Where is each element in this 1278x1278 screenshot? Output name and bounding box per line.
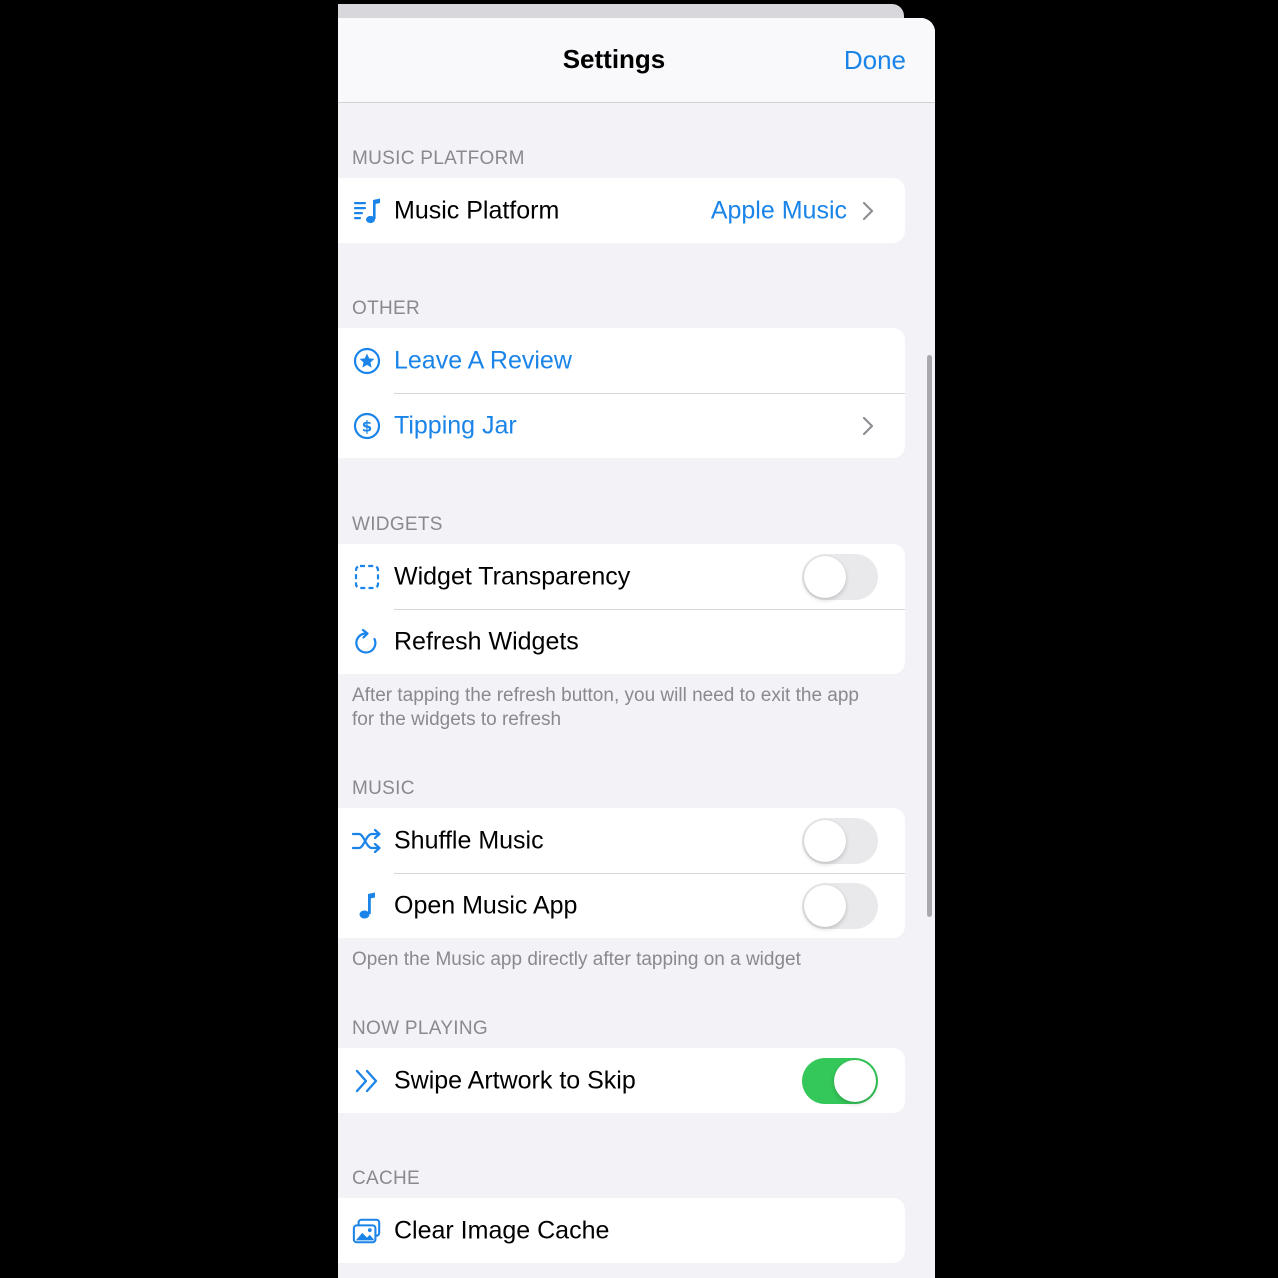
swipe-artwork-toggle[interactable] (802, 1057, 878, 1104)
widget-transparency-label: Widget Transparency (394, 562, 631, 590)
other-group: Leave A Review $ Tipping Jar (338, 328, 905, 458)
music-platform-group: Music Platform Apple Music (338, 178, 905, 243)
open-music-app-row: Open Music App (338, 873, 905, 938)
swipe-artwork-label: Swipe Artwork to Skip (394, 1066, 636, 1094)
shuffle-icon (352, 826, 382, 856)
music-platform-value: Apple Music (710, 196, 847, 224)
section-header-other: OTHER (352, 298, 420, 319)
section-header-music-platform: MUSIC PLATFORM (352, 148, 525, 169)
clear-image-cache-row[interactable]: Clear Image Cache (338, 1198, 905, 1263)
photos-icon (352, 1216, 382, 1246)
done-button[interactable]: Done (844, 45, 906, 76)
widget-transparency-row: Widget Transparency (338, 544, 905, 609)
navigation-bar: Settings Done (338, 18, 935, 103)
scrollbar[interactable] (927, 355, 932, 917)
refresh-widgets-label: Refresh Widgets (394, 627, 579, 655)
music-list-icon (352, 196, 382, 226)
cache-group: Clear Image Cache (338, 1198, 905, 1263)
page-title: Settings (562, 44, 666, 74)
swipe-artwork-row: Swipe Artwork to Skip (338, 1048, 905, 1113)
section-header-now-playing: NOW PLAYING (352, 1018, 488, 1039)
music-footer: Open the Music app directly after tappin… (352, 949, 801, 970)
section-header-cache: CACHE (352, 1168, 421, 1189)
music-note-icon (352, 891, 382, 921)
chevron-right-icon (862, 201, 874, 220)
open-music-app-toggle[interactable] (802, 882, 878, 929)
shuffle-music-row: Shuffle Music (338, 808, 905, 873)
tipping-jar-label: Tipping Jar (394, 411, 517, 439)
shuffle-music-toggle[interactable] (802, 817, 878, 864)
double-chevron-right-icon (352, 1066, 382, 1096)
music-platform-row[interactable]: Music Platform Apple Music (338, 178, 905, 243)
widget-transparency-toggle[interactable] (802, 553, 878, 600)
refresh-widgets-row[interactable]: Refresh Widgets (338, 609, 905, 674)
clear-image-cache-label: Clear Image Cache (394, 1216, 610, 1244)
widgets-footer: After tapping the refresh button, you wi… (352, 685, 859, 730)
shuffle-music-label: Shuffle Music (394, 826, 544, 854)
svg-text:$: $ (362, 417, 372, 435)
section-header-music: MUSIC (352, 778, 415, 799)
leave-review-label: Leave A Review (394, 346, 572, 374)
widgets-group: Widget Transparency Refresh Widgets (338, 544, 905, 674)
open-music-app-label: Open Music App (394, 891, 578, 919)
settings-sheet: Settings Done MUSIC PLATFORM Music Platf… (338, 18, 935, 1278)
leave-review-row[interactable]: Leave A Review (338, 328, 905, 393)
tipping-jar-row[interactable]: $ Tipping Jar (338, 393, 905, 458)
dollar-circle-icon: $ (352, 411, 382, 441)
star-circle-icon (352, 346, 382, 376)
dashed-square-icon (352, 562, 382, 592)
now-playing-group: Swipe Artwork to Skip (338, 1048, 905, 1113)
music-platform-label: Music Platform (394, 196, 560, 224)
music-group: Shuffle Music Open Music App (338, 808, 905, 938)
refresh-icon (352, 627, 382, 657)
chevron-right-icon (862, 416, 874, 435)
section-header-widgets: WIDGETS (352, 514, 443, 535)
